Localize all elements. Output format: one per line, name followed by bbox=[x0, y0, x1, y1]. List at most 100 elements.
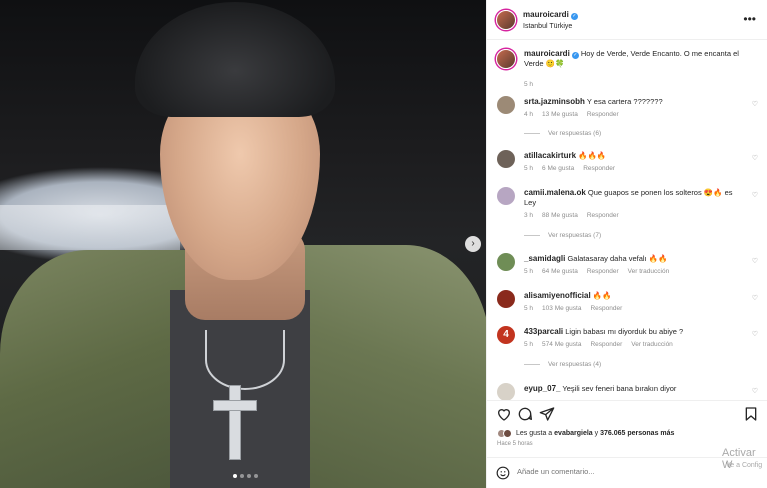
cap bbox=[135, 2, 335, 117]
comment-username[interactable]: _samidagli bbox=[524, 254, 565, 263]
author-avatar[interactable] bbox=[496, 10, 516, 30]
comment-meta: 5 h 574 Me gusta Responder Ver traducción bbox=[524, 341, 682, 348]
carousel-dot bbox=[247, 474, 251, 478]
view-replies-button[interactable]: Ver respuestas (7) bbox=[524, 232, 601, 239]
comment-likes[interactable]: 88 Me gusta bbox=[542, 212, 578, 219]
comment-input[interactable] bbox=[517, 467, 717, 476]
comment-time: 3 h bbox=[524, 212, 534, 219]
likes-count[interactable]: 376.065 personas más bbox=[600, 430, 674, 437]
cross-pendant-bar bbox=[213, 400, 257, 411]
comment-bubble-icon[interactable] bbox=[517, 406, 533, 422]
author-username[interactable]: mauroicardi bbox=[523, 10, 569, 19]
emoji-icon[interactable] bbox=[496, 466, 510, 480]
comment-username[interactable]: eyup_07_ bbox=[524, 384, 560, 393]
post-location[interactable]: Istanbul Türkiye bbox=[523, 23, 572, 30]
like-comment-icon[interactable]: ♡ bbox=[752, 294, 758, 302]
more-options-icon[interactable]: ••• bbox=[743, 12, 756, 26]
comment-item: _samidagli Galatasaray daha vefalı 🔥🔥 5 … bbox=[487, 252, 767, 282]
commenter-avatar[interactable] bbox=[497, 150, 515, 168]
commenter-avatar[interactable] bbox=[497, 290, 515, 308]
verified-icon: ✓ bbox=[571, 52, 579, 59]
likes-middle: y bbox=[594, 430, 599, 437]
comment-item: eyup_07_ Yeşili sev feneri bana bırakın … bbox=[487, 382, 767, 400]
comment-text: _samidagli Galatasaray daha vefalı 🔥🔥 bbox=[524, 254, 739, 264]
comment-body: Y esa cartera ??????? bbox=[586, 97, 663, 106]
comment-text: 433parcali Ligin babası mı diyorduk bu a… bbox=[524, 327, 739, 337]
translate-button[interactable]: Ver traducción bbox=[631, 341, 673, 348]
reply-button[interactable]: Responder bbox=[590, 305, 622, 312]
like-comment-icon[interactable]: ♡ bbox=[752, 257, 758, 265]
jacket-right bbox=[280, 245, 486, 488]
comment-text: camii.malena.ok Que guapos se ponen los … bbox=[524, 188, 739, 208]
car-window bbox=[0, 205, 180, 250]
view-replies-button[interactable]: Ver respuestas (6) bbox=[524, 130, 601, 137]
author-avatar[interactable] bbox=[496, 49, 516, 69]
comment-likes[interactable]: 64 Me gusta bbox=[542, 268, 578, 275]
reply-button[interactable]: Responder bbox=[587, 268, 619, 275]
caption-username[interactable]: mauroicardi bbox=[524, 49, 570, 58]
comment-item: alisamiyenofficial 🔥🔥 5 h 103 Me gusta Res… bbox=[487, 289, 767, 319]
comment-body: 🔥🔥 bbox=[592, 291, 612, 300]
comment-username[interactable]: alisamiyenofficial bbox=[524, 291, 591, 300]
view-replies-button[interactable]: Ver respuestas (4) bbox=[524, 361, 601, 368]
comment-item: srta.jazminsobh Y esa cartera ??????? 4 … bbox=[487, 95, 767, 145]
verified-icon: ✓ bbox=[570, 13, 578, 20]
carousel-dot bbox=[233, 474, 237, 478]
like-comment-icon[interactable]: ♡ bbox=[752, 330, 758, 338]
comment-item: camii.malena.ok Que guapos se ponen los … bbox=[487, 186, 767, 244]
post-side-panel: mauroicardi ✓ Istanbul Türkiye ••• mauroi… bbox=[486, 0, 767, 488]
carousel-dot bbox=[240, 474, 244, 478]
comment-meta: 5 h 64 Me gusta Responder Ver traducción bbox=[524, 268, 678, 275]
like-comment-icon[interactable]: ♡ bbox=[752, 387, 758, 395]
comment-likes[interactable]: 574 Me gusta bbox=[542, 341, 581, 348]
like-comment-icon[interactable]: ♡ bbox=[752, 154, 758, 162]
commenter-avatar[interactable] bbox=[497, 383, 515, 400]
like-comment-icon[interactable]: ♡ bbox=[752, 191, 758, 199]
likes-user[interactable]: evabargiela bbox=[554, 430, 593, 437]
share-send-icon[interactable] bbox=[539, 406, 555, 422]
like-comment-icon[interactable]: ♡ bbox=[752, 100, 758, 108]
commenter-avatar[interactable]: 4 bbox=[497, 326, 515, 344]
comment-likes[interactable]: 13 Me gusta bbox=[542, 111, 578, 118]
comment-body: Yeşili sev feneri bana bırakın diyor bbox=[562, 384, 677, 393]
like-heart-icon[interactable] bbox=[496, 406, 512, 422]
comment-meta: 5 h 6 Me gusta Responder bbox=[524, 165, 624, 172]
windows-activation-watermark-sub: Ve a Config bbox=[726, 462, 763, 469]
comment-username[interactable]: srta.jazminsobh bbox=[524, 97, 585, 106]
caption-time: 5 h bbox=[524, 81, 534, 88]
comment-time: 5 h bbox=[524, 341, 534, 348]
reply-button[interactable]: Responder bbox=[587, 212, 619, 219]
comment-meta: 4 h 13 Me gusta Responder bbox=[524, 111, 628, 118]
comment-body: Galatasaray daha vefalı 🔥🔥 bbox=[567, 254, 668, 263]
reply-button[interactable]: Responder bbox=[587, 111, 619, 118]
caption-meta: 5 h bbox=[524, 81, 542, 88]
caption-text: mauroicardi ✓ Hoy de Verde, Verde Encanto… bbox=[524, 49, 749, 69]
comments-list[interactable]: mauroicardi ✓ Hoy de Verde, Verde Encanto… bbox=[487, 40, 767, 400]
likes-summary[interactable]: Les gusta a evabargiela y 376.065 person… bbox=[497, 429, 674, 438]
author-line: mauroicardi ✓ bbox=[523, 10, 578, 20]
commenter-avatar[interactable] bbox=[497, 96, 515, 114]
reply-button[interactable]: Responder bbox=[583, 165, 615, 172]
post-photo[interactable]: › bbox=[0, 0, 486, 488]
liker-avatar bbox=[503, 429, 512, 438]
commenter-avatar[interactable] bbox=[497, 187, 515, 205]
reply-button[interactable]: Responder bbox=[590, 341, 622, 348]
commenter-avatar[interactable] bbox=[497, 253, 515, 271]
comment-text: atillacakirturk 🔥🔥🔥 bbox=[524, 151, 739, 161]
comment-text: eyup_07_ Yeşili sev feneri bana bırakın … bbox=[524, 384, 739, 394]
caption: mauroicardi ✓ Hoy de Verde, Verde Encanto… bbox=[487, 48, 767, 92]
comment-meta: 5 h 103 Me gusta Responder bbox=[524, 305, 631, 312]
post-actions bbox=[487, 400, 767, 426]
comment-username[interactable]: atillacakirturk bbox=[524, 151, 576, 160]
translate-button[interactable]: Ver traducción bbox=[628, 268, 670, 275]
comment-username[interactable]: 433parcali bbox=[524, 327, 563, 336]
comment-time: 5 h bbox=[524, 165, 534, 172]
save-bookmark-icon[interactable] bbox=[743, 406, 759, 422]
carousel-dot bbox=[254, 474, 258, 478]
comment-body: 🔥🔥🔥 bbox=[578, 151, 607, 160]
carousel-next-button[interactable]: › bbox=[465, 236, 481, 252]
comment-username[interactable]: camii.malena.ok bbox=[524, 188, 586, 197]
comment-likes[interactable]: 6 Me gusta bbox=[542, 165, 574, 172]
comment-text: srta.jazminsobh Y esa cartera ??????? bbox=[524, 97, 739, 107]
comment-likes[interactable]: 103 Me gusta bbox=[542, 305, 581, 312]
